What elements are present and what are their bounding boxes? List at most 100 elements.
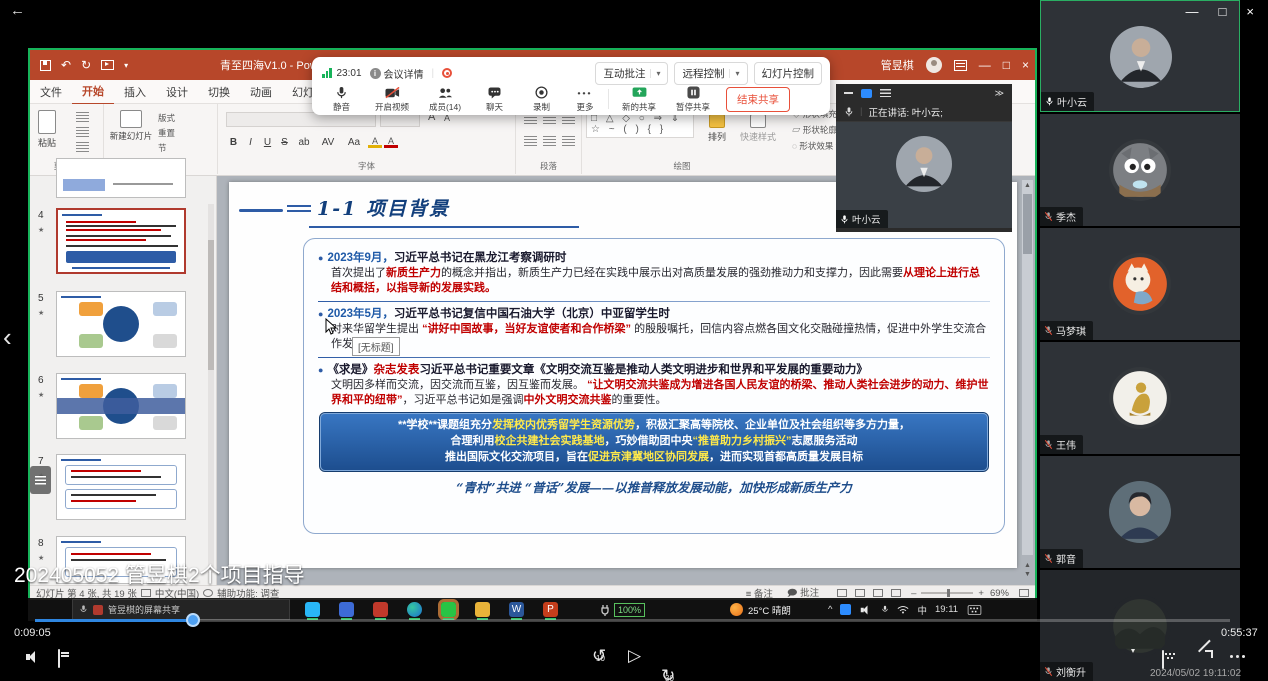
panel-list-icon[interactable] [880, 89, 891, 97]
screen-share-indicator[interactable]: 管昱棋的屏幕共享 [72, 599, 290, 620]
panel-expand-icon[interactable]: ≫ [995, 88, 1004, 99]
ppt-minimize-button[interactable]: — [979, 58, 991, 72]
bold-button[interactable]: B [226, 137, 241, 148]
ppt-restore-button[interactable]: □ [1003, 58, 1010, 72]
subtitle-button[interactable] [1162, 651, 1164, 669]
tab-transitions[interactable]: 切换 [198, 80, 240, 104]
forward-30-button[interactable]: ↻30 [661, 666, 1268, 681]
numbered-list-icon[interactable] [543, 114, 556, 124]
panel-minimize-icon[interactable] [844, 92, 853, 94]
font-color-button[interactable]: A [384, 136, 398, 148]
text-shadow-button[interactable]: ab [294, 137, 314, 148]
highlight-color-button[interactable]: A [368, 136, 382, 148]
layout-button[interactable]: 版式 [158, 112, 175, 124]
taskbar-app-red-icon[interactable] [373, 602, 388, 617]
bullet-list-icon[interactable] [524, 114, 537, 124]
participant-tile[interactable]: 王伟 [1040, 342, 1240, 454]
change-case-button[interactable]: Aa [342, 137, 366, 148]
rewind-10-button[interactable]: ↺10 [592, 646, 1268, 666]
taskbar-powerpoint-icon[interactable]: P [543, 602, 558, 617]
tray-ime-indicator[interactable]: 中 [917, 603, 927, 617]
ppt-account-avatar[interactable] [926, 57, 942, 73]
slide-thumb-6[interactable] [56, 373, 186, 439]
start-slideshow-icon[interactable] [101, 60, 114, 70]
tab-home[interactable]: 开始 [72, 79, 114, 105]
indent-icon[interactable] [562, 114, 575, 124]
copy-icon[interactable] [76, 127, 89, 137]
mute-button[interactable]: 静音 [318, 86, 365, 113]
align-right-icon[interactable] [562, 136, 575, 146]
taskbar-app-media-icon[interactable] [305, 602, 320, 617]
tray-app-icon[interactable] [840, 604, 851, 615]
tab-animations[interactable]: 动画 [240, 80, 282, 104]
ppt-account-name[interactable]: 管昱棋 [881, 57, 914, 73]
back-arrow-icon[interactable]: ← [10, 2, 25, 19]
shapes-gallery-row2[interactable]: ☆ ~ ( ) { } [591, 124, 689, 135]
participant-tile[interactable]: 郭音 [1040, 456, 1240, 568]
chat-button[interactable]: 聊天 [471, 86, 518, 113]
arrange-button[interactable]: 排列 [702, 114, 732, 143]
previous-arrow-icon[interactable]: ‹ [3, 322, 12, 353]
camera-button[interactable]: 开启视频 [365, 86, 419, 113]
taskbar-folder-icon[interactable] [475, 602, 490, 617]
save-icon[interactable] [40, 60, 51, 71]
window-restore-button[interactable]: □ [1219, 4, 1227, 19]
remote-control-button[interactable]: 远程控制▾ [674, 62, 747, 85]
underline-button[interactable]: U [260, 137, 275, 148]
progress-bar[interactable] [35, 619, 1230, 622]
annotate-button[interactable]: 互动批注▾ [595, 62, 668, 85]
more-button[interactable]: ••• 更多 [565, 86, 605, 113]
weather-icon[interactable] [730, 603, 743, 616]
format-painter-icon[interactable] [76, 142, 89, 152]
battery-level[interactable]: 100% [614, 603, 645, 617]
zoom-slider[interactable] [921, 592, 973, 594]
thumbnail-scrollbar[interactable] [208, 204, 214, 573]
participant-tile[interactable]: 马梦琪 [1040, 228, 1240, 340]
zoom-level[interactable]: 69% [990, 588, 1009, 599]
fit-to-window-icon[interactable] [1019, 589, 1029, 597]
reset-button[interactable]: 重置 [158, 127, 175, 139]
align-left-icon[interactable] [524, 136, 537, 146]
slide-thumb-4[interactable] [56, 208, 186, 274]
taskbar-app-blue-icon[interactable] [339, 602, 354, 617]
italic-button[interactable]: I [243, 137, 258, 148]
display-settings-icon[interactable] [141, 589, 151, 597]
normal-view-icon[interactable] [837, 589, 847, 597]
slide-thumbnail-pane[interactable]: 4 ★ 5 ★ [30, 176, 217, 585]
tray-wifi-icon[interactable] [897, 605, 909, 614]
pause-share-button[interactable]: 暂停共享 [666, 86, 720, 113]
paste-button[interactable]: 粘贴 [38, 110, 56, 149]
slide-canvas[interactable]: 1-1 项目背景 ●2023年9月，习近平总书记在黑龙江考察调研时 首次提出了新… [217, 176, 1035, 585]
window-close-button[interactable]: × [1246, 4, 1254, 19]
tray-clock[interactable]: 19:11 [935, 604, 958, 615]
quick-styles-button[interactable]: 快速样式 [734, 114, 782, 143]
slideshow-view-icon[interactable] [891, 589, 901, 597]
slide-thumb-7[interactable] [56, 454, 186, 520]
undo-icon[interactable]: ↶ [61, 58, 71, 72]
members-button[interactable]: 成员(14) [419, 86, 471, 113]
record-button[interactable]: 录制 [518, 86, 565, 113]
player-list-button[interactable] [30, 466, 51, 494]
taskbar-word-icon[interactable]: W [509, 602, 524, 617]
tray-volume-icon[interactable] [861, 604, 872, 615]
slide-thumb-5[interactable] [56, 291, 186, 357]
zoom-out-button[interactable]: – [911, 588, 916, 599]
tab-file[interactable]: 文件 [30, 80, 72, 104]
progress-handle[interactable] [186, 613, 200, 627]
notes-panel-button[interactable] [58, 650, 60, 668]
panel-layout-icon[interactable] [861, 89, 872, 98]
canvas-scrollbar[interactable]: ▲ [1022, 180, 1033, 555]
slide-thumb-3-partial[interactable] [56, 158, 186, 198]
char-spacing-button[interactable]: AV [316, 137, 340, 148]
strikethrough-button[interactable]: S [277, 137, 292, 148]
tray-mic-icon[interactable] [881, 604, 889, 615]
qat-caret-icon[interactable]: ▾ [124, 61, 128, 70]
ppt-close-button[interactable]: × [1022, 58, 1029, 72]
participant-tile[interactable]: 季杰 [1040, 114, 1240, 226]
tray-expand-icon[interactable]: ^ [828, 604, 832, 615]
play-button[interactable]: ▷ [628, 646, 641, 666]
more-options-button[interactable] [1230, 655, 1245, 658]
cut-icon[interactable] [76, 112, 89, 122]
window-minimize-button[interactable]: — [1186, 4, 1199, 19]
tab-insert[interactable]: 插入 [114, 80, 156, 104]
